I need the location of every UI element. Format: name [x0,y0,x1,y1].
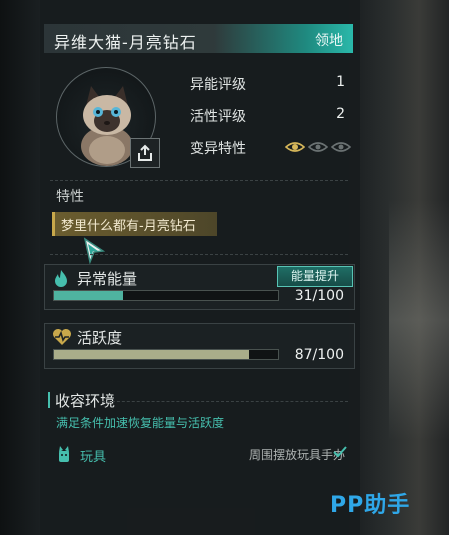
mutation-level-indicator [285,140,351,154]
share-button[interactable] [130,138,160,168]
background-left [0,0,40,535]
energy-progress-bar [53,290,279,301]
background-glow [389,200,449,440]
containment-description: 满足条件加速恢复能量与活跃度 [56,416,225,430]
energy-boost-button[interactable]: 能量提升 [277,266,353,287]
stat-label-psionic-rating: 异能评级 [190,77,246,93]
stat-label-activity-rating: 活性评级 [190,109,246,125]
toy-label: 玩具 [80,450,107,465]
trait-section-label: 特性 [56,189,84,205]
checkmark-icon [333,446,347,458]
activity-value: 87/100 [294,347,344,363]
pet-name: 异维大猫-月亮钻石 [54,33,197,52]
energy-title: 异常能量 [77,270,138,288]
eye-icon-inactive [308,142,328,152]
watermark-logo: PP助手 [330,493,411,518]
eye-icon-active [285,142,305,152]
stat-value-activity-rating: 2 [336,106,345,122]
flame-icon [55,270,67,287]
energy-progress-fill [54,291,124,300]
trait-badge[interactable]: 梦里什么都有-月亮钻石 [52,212,217,236]
divider [50,180,348,181]
divider [102,401,348,402]
activity-progress-fill [54,350,249,359]
stat-label-mutation-trait: 变异特性 [190,141,246,157]
activity-title: 活跃度 [77,329,123,347]
toy-requirement: 周围摆放玩具手办 [248,448,345,462]
heartbeat-icon [53,329,71,345]
trait-name: 梦里什么都有-月亮钻石 [61,219,196,234]
pointer-cursor-icon [83,237,106,265]
stat-value-psionic-rating: 1 [336,74,345,90]
section-accent-bar [48,392,50,408]
activity-panel: 活跃度 87/100 [44,323,355,369]
energy-panel: 异常能量 能量提升 31/100 [44,264,355,310]
activity-progress-bar [53,349,279,360]
territory-tag[interactable]: 领地 [315,30,343,50]
divider [50,254,348,255]
toy-icon [59,446,69,462]
eye-icon-inactive [331,142,351,152]
pet-header: 异维大猫-月亮钻石 领地 [44,24,353,53]
energy-value: 31/100 [294,288,344,304]
share-icon [138,144,152,161]
